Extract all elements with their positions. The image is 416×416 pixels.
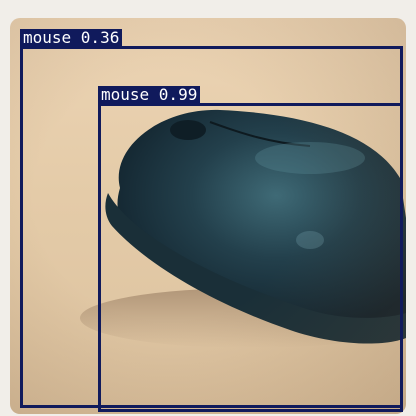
detection-label-mouse-1: mouse 0.36: [20, 29, 123, 47]
detection-box-mouse-2: [98, 103, 403, 412]
detection-label-mouse-2: mouse 0.99: [98, 86, 201, 104]
detection-image-stage: mouse 0.36 mouse 0.99: [0, 0, 416, 416]
